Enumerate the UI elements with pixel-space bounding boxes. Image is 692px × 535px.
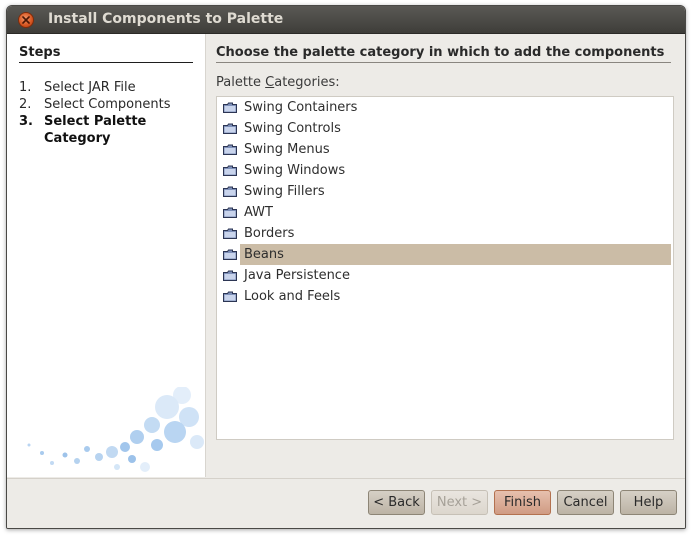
folder-icon bbox=[223, 123, 237, 134]
list-item-label: Swing Menus bbox=[244, 142, 330, 157]
folder-icon bbox=[223, 270, 237, 281]
step-label: Select JAR File bbox=[44, 80, 136, 95]
step-label: Select Components bbox=[44, 97, 171, 112]
list-item-swing-containers[interactable]: Swing Containers bbox=[221, 97, 671, 118]
list-item-swing-menus[interactable]: Swing Menus bbox=[221, 139, 671, 160]
step-label: Select Palette Category bbox=[44, 114, 147, 146]
title-bar[interactable]: Install Components to Palette bbox=[7, 6, 685, 34]
list-item-swing-windows[interactable]: Swing Windows bbox=[221, 160, 671, 181]
help-button[interactable]: Help bbox=[620, 490, 677, 515]
folder-icon bbox=[223, 249, 237, 260]
selection-highlight bbox=[240, 244, 671, 265]
step-number: 2. bbox=[19, 97, 32, 112]
list-item-look-and-feels[interactable]: Look and Feels bbox=[221, 286, 671, 307]
step-select-palette-category: 3. Select Palette Category bbox=[19, 113, 164, 147]
folder-icon bbox=[223, 228, 237, 239]
folder-icon bbox=[223, 291, 237, 302]
step-select-components: 2. Select Components bbox=[19, 96, 170, 113]
list-item-label: Swing Controls bbox=[244, 121, 341, 136]
install-components-dialog: Install Components to Palette Steps 1. Se… bbox=[6, 5, 686, 529]
list-item-borders[interactable]: Borders bbox=[221, 223, 671, 244]
step-number: 1. bbox=[19, 80, 32, 95]
folder-icon bbox=[223, 102, 237, 113]
folder-icon bbox=[223, 186, 237, 197]
list-item-label: Java Persistence bbox=[244, 268, 350, 283]
bubbles-decoration-icon bbox=[27, 387, 204, 472]
next-button[interactable]: Next > bbox=[431, 490, 488, 515]
list-item-beans[interactable]: Beans bbox=[221, 244, 671, 265]
folder-icon bbox=[223, 207, 237, 218]
back-button[interactable]: < Back bbox=[368, 490, 425, 515]
list-item-label: Beans bbox=[244, 247, 284, 262]
folder-icon bbox=[223, 144, 237, 155]
cancel-button[interactable]: Cancel bbox=[557, 490, 614, 515]
button-bar: < Back Next > Finish Cancel Help bbox=[7, 478, 685, 528]
steps-panel: Steps 1. Select JAR File 2. Select Compone… bbox=[7, 34, 206, 477]
window-title: Install Components to Palette bbox=[48, 11, 284, 27]
list-item-java-persistence[interactable]: Java Persistence bbox=[221, 265, 671, 286]
list-item-label: Borders bbox=[244, 226, 295, 241]
list-item-swing-fillers[interactable]: Swing Fillers bbox=[221, 181, 671, 202]
list-item-label: Swing Containers bbox=[244, 100, 358, 115]
palette-categories-list[interactable]: Swing Containers Swing Controls Swing Me… bbox=[216, 96, 674, 440]
list-item-label: Swing Windows bbox=[244, 163, 346, 178]
step-select-jar-file: 1. Select JAR File bbox=[19, 79, 136, 96]
list-item-swing-controls[interactable]: Swing Controls bbox=[221, 118, 671, 139]
steps-heading: Steps bbox=[19, 45, 193, 63]
step-number: 3. bbox=[19, 114, 33, 129]
page-title: Choose the palette category in which to … bbox=[216, 45, 671, 63]
palette-categories-label: Palette Categories: bbox=[216, 75, 340, 90]
list-item-label: Swing Fillers bbox=[244, 184, 325, 199]
close-icon[interactable] bbox=[18, 12, 34, 28]
folder-icon bbox=[223, 165, 237, 176]
list-item-awt[interactable]: AWT bbox=[221, 202, 671, 223]
list-item-label: AWT bbox=[244, 205, 273, 220]
finish-button[interactable]: Finish bbox=[494, 490, 551, 515]
list-item-label: Look and Feels bbox=[244, 289, 341, 304]
